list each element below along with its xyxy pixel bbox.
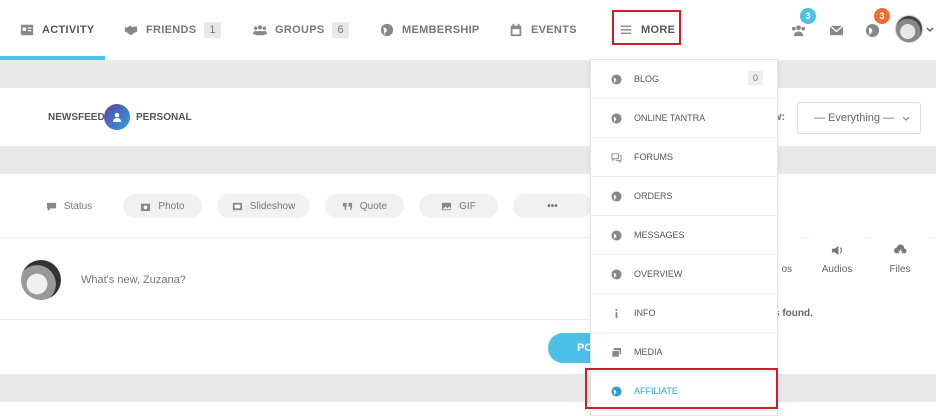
top-navigation: ACTIVITY FRIENDS 1 GROUPS 6 MEMBERSHIP E…	[0, 0, 936, 60]
blog-count-badge: 0	[747, 71, 763, 85]
menu-item-overview[interactable]: OVERVIEW	[591, 255, 779, 294]
post-type-label: GIF	[459, 200, 476, 212]
chevron-down-icon	[902, 116, 910, 121]
post-type-label: Status	[63, 200, 93, 212]
nav-tab-label: GROUPS	[275, 24, 325, 36]
notifications-button[interactable]	[864, 22, 880, 38]
post-type-quote[interactable]: Quote	[325, 194, 404, 218]
active-tab-indicator	[0, 56, 105, 60]
composer-avatar	[21, 260, 61, 300]
post-type-photo[interactable]: Photo	[123, 194, 202, 218]
menu-item-media[interactable]: MEDIA	[591, 333, 779, 372]
activity-filter-bar: NEWSFEED PERSONAL	[0, 88, 936, 146]
slideshow-icon	[232, 202, 242, 210]
nav-tab-membership[interactable]: MEMBERSHIP	[380, 0, 480, 60]
chevron-down-icon[interactable]	[926, 26, 934, 34]
images-icon	[611, 347, 622, 357]
users-icon	[791, 24, 805, 36]
user-avatar[interactable]	[895, 15, 923, 43]
globe-icon	[611, 268, 622, 280]
post-type-label: Quote	[359, 200, 388, 212]
nav-tab-activity[interactable]: ACTIVITY	[20, 0, 95, 60]
globe-icon	[380, 23, 394, 37]
nav-tab-label: MEMBERSHIP	[402, 24, 480, 36]
post-type-gif[interactable]: GIF	[419, 194, 498, 218]
nav-tab-label: FRIENDS	[146, 24, 197, 36]
menu-item-online-tantra[interactable]: ONLINE TANTRA	[591, 99, 779, 138]
affiliate-highlight-box	[585, 368, 778, 409]
friend-requests-badge: 3	[800, 8, 816, 24]
media-tab-label: Files	[889, 263, 911, 275]
users-icon	[253, 23, 267, 37]
more-dots-label: •••	[547, 200, 558, 212]
camera-icon	[141, 203, 151, 211]
groups-count-badge: 6	[332, 22, 349, 38]
select-value: — Everything —	[814, 112, 895, 124]
activity-type-select[interactable]: — Everything —	[797, 102, 921, 134]
menu-item-label: FORUMS	[634, 152, 673, 162]
media-tab-label: os	[781, 263, 792, 275]
handshake-icon	[124, 23, 138, 37]
friends-count-badge: 1	[204, 22, 221, 38]
filter-tab-label: PERSONAL	[136, 111, 192, 123]
image-icon	[442, 202, 452, 210]
filter-tab-label: NEWSFEED	[48, 111, 105, 123]
post-type-bar: Status Photo Slideshow Quote GIF •••	[0, 174, 936, 238]
menu-item-label: OVERVIEW	[634, 269, 683, 279]
nav-tab-events[interactable]: EVENTS	[509, 0, 577, 60]
nav-tab-label: ACTIVITY	[42, 24, 95, 36]
globe-icon	[611, 112, 622, 124]
calendar-icon	[509, 23, 523, 37]
chat-bubbles-icon	[611, 152, 622, 163]
menu-item-label: BLOG	[634, 74, 660, 84]
more-dropdown-menu: BLOG 0 ONLINE TANTRA FORUMS ORDERS MESSA…	[590, 59, 779, 416]
messages-button[interactable]	[828, 22, 844, 38]
menu-item-orders[interactable]: ORDERS	[591, 177, 779, 216]
user-circle-icon	[104, 104, 130, 130]
menu-item-info[interactable]: INFO	[591, 294, 779, 333]
globe-icon	[611, 73, 622, 85]
nav-tab-groups[interactable]: GROUPS 6	[253, 0, 349, 60]
post-type-more[interactable]: •••	[513, 194, 592, 218]
menu-item-label: INFO	[634, 308, 656, 318]
menu-item-blog[interactable]: BLOG 0	[591, 60, 779, 99]
post-type-label: Slideshow	[249, 200, 296, 212]
post-type-slideshow[interactable]: Slideshow	[217, 194, 310, 218]
nav-tab-label: EVENTS	[531, 24, 577, 36]
next-card-edge	[0, 402, 936, 416]
menu-item-label: MEDIA	[634, 347, 663, 357]
media-tab-files[interactable]: Files	[872, 234, 928, 284]
friend-requests-button[interactable]	[790, 22, 806, 38]
post-type-status[interactable]: Status	[38, 194, 100, 218]
media-tab-label: Audios	[821, 263, 853, 275]
nav-tab-friends[interactable]: FRIENDS 1	[124, 0, 221, 60]
info-icon	[615, 308, 618, 318]
menu-item-label: ORDERS	[634, 191, 673, 201]
globe-icon	[611, 229, 622, 241]
filter-tab-personal[interactable]: PERSONAL	[104, 88, 192, 146]
notifications-badge: 3	[874, 8, 890, 24]
filter-tab-newsfeed[interactable]: NEWSFEED	[48, 88, 105, 146]
speech-bubble-icon	[46, 202, 56, 211]
menu-item-label: ONLINE TANTRA	[634, 113, 706, 123]
media-tab-audios[interactable]: Audios	[809, 234, 865, 284]
globe-icon	[865, 23, 879, 37]
post-type-label: Photo	[158, 200, 185, 212]
whats-new-input[interactable]	[81, 274, 481, 286]
globe-icon	[611, 190, 622, 202]
more-highlight-box	[612, 10, 681, 45]
envelope-icon	[829, 24, 843, 35]
volume-icon	[831, 245, 842, 255]
menu-item-messages[interactable]: MESSAGES	[591, 216, 779, 255]
quote-icon	[342, 202, 352, 210]
cloud-download-icon	[893, 243, 907, 254]
menu-item-label: MESSAGES	[634, 230, 685, 240]
menu-item-forums[interactable]: FORUMS	[591, 138, 779, 177]
activity-card-icon	[20, 23, 34, 37]
